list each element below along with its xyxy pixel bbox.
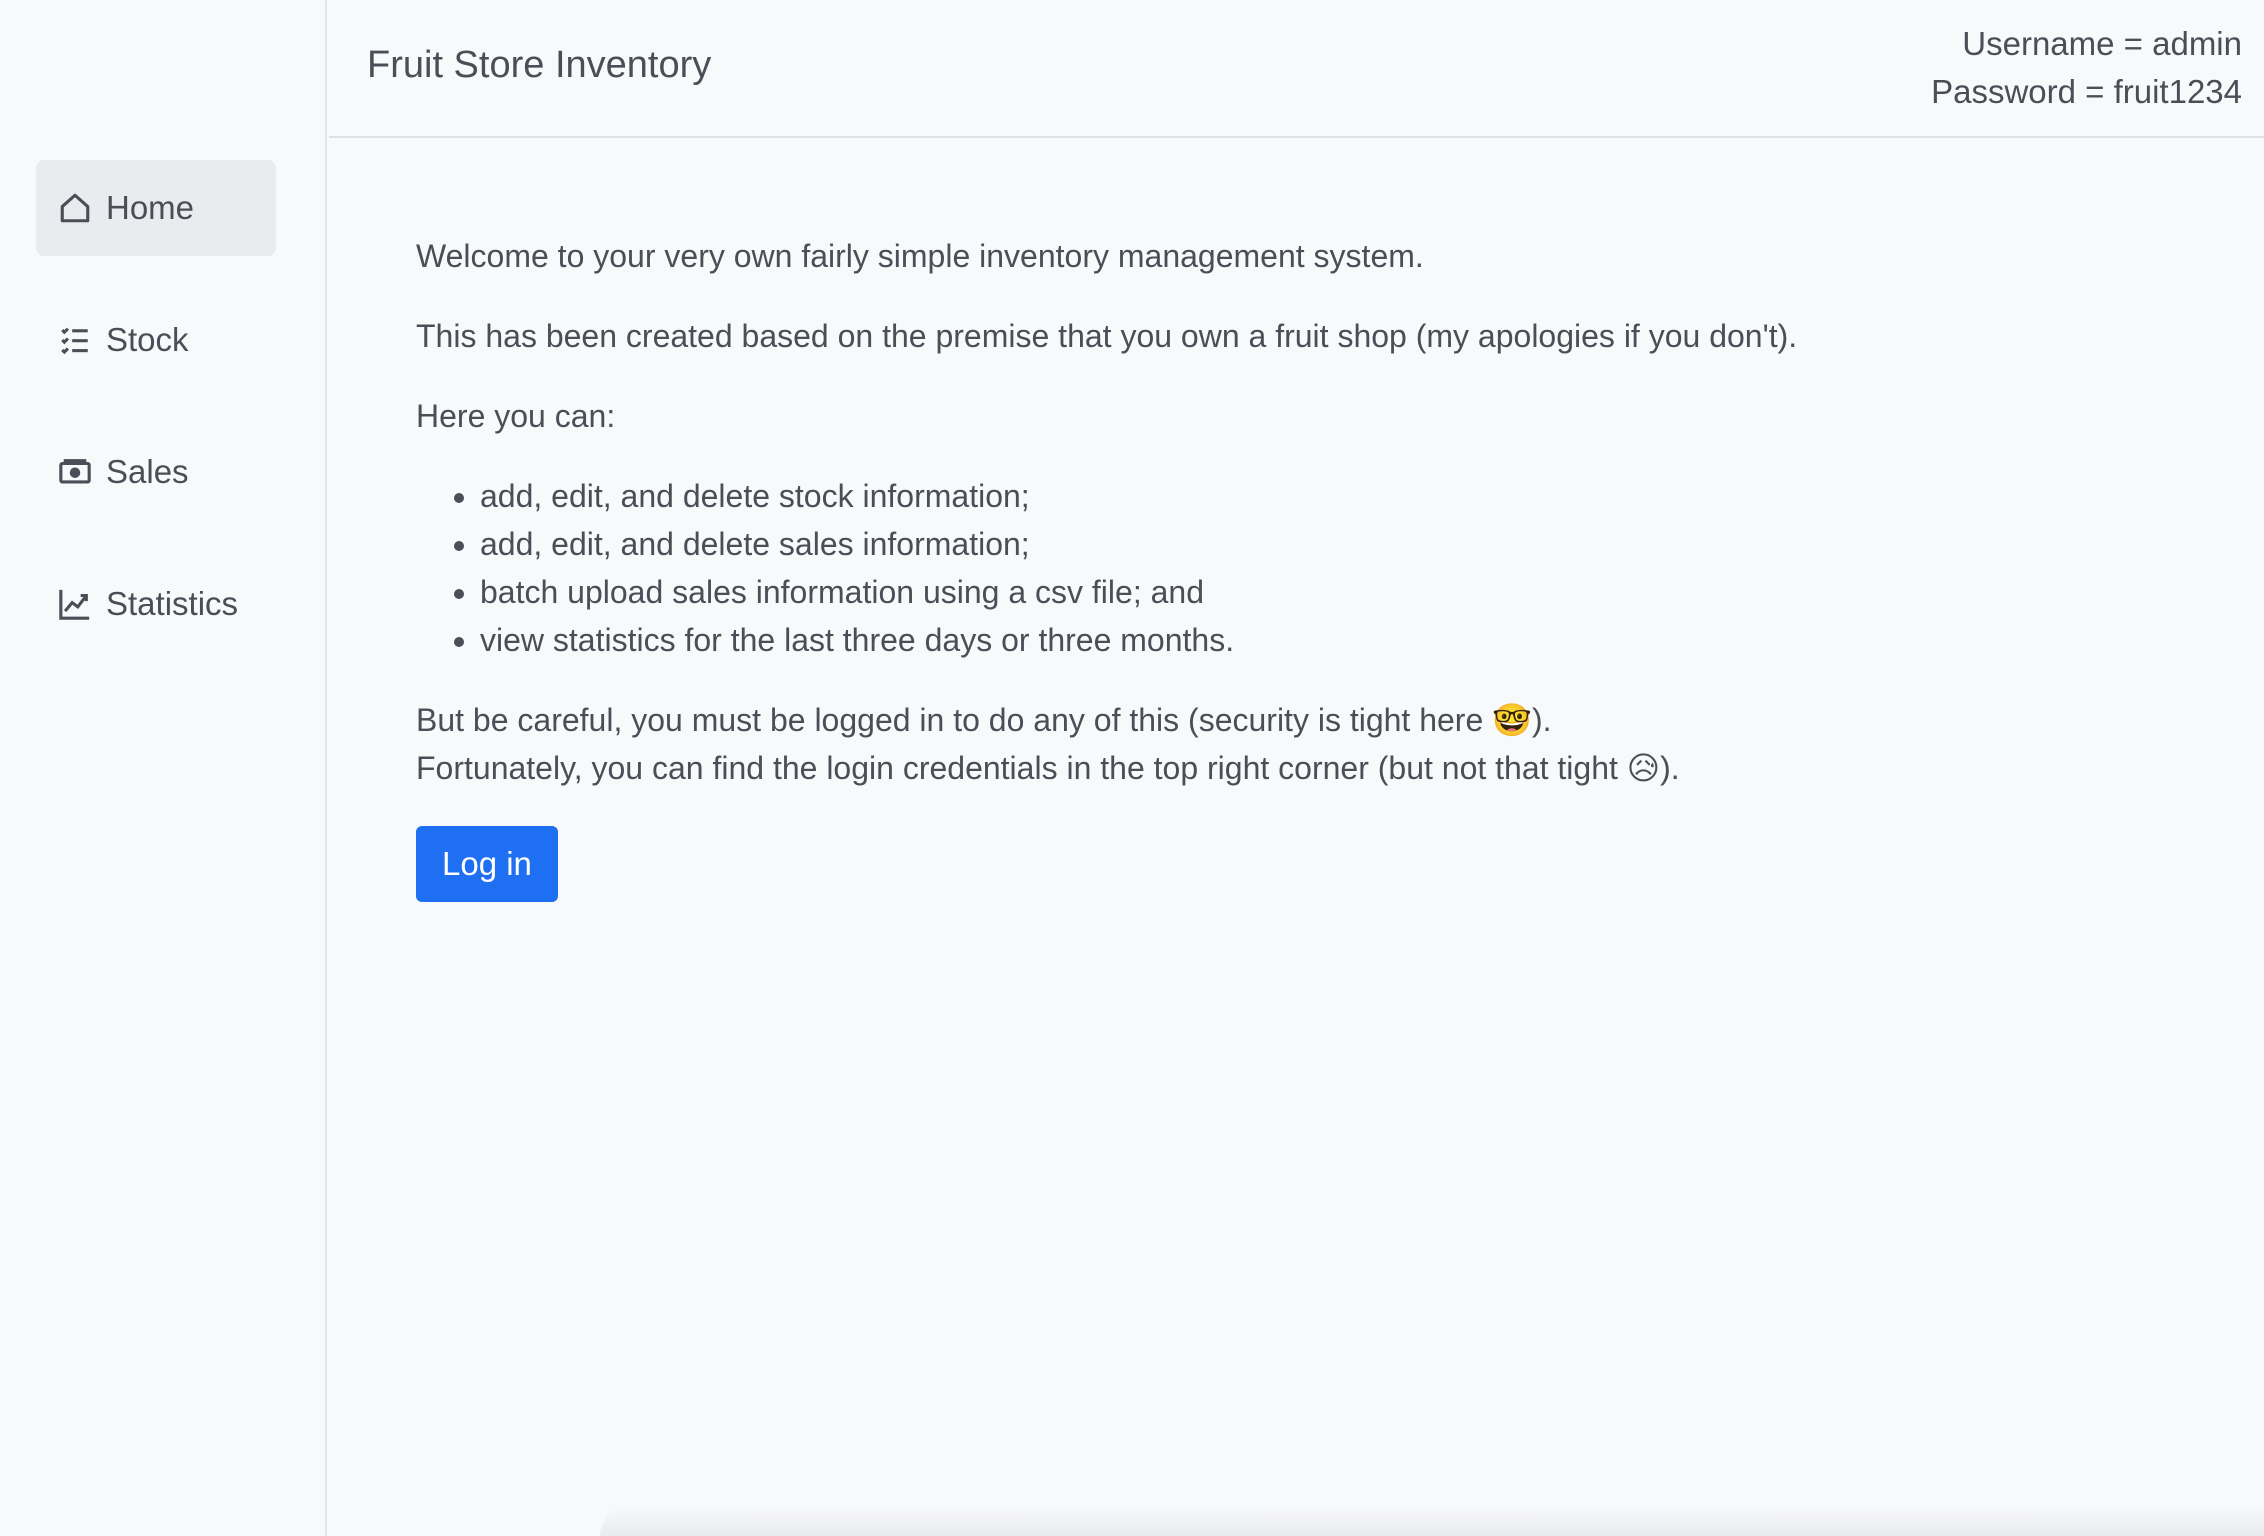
sidebar-item-sales[interactable]: Sales <box>36 424 276 520</box>
main-content: Welcome to your very own fairly simple i… <box>416 232 2216 902</box>
careful-text: But be careful, you must be logged in to… <box>416 696 2216 744</box>
list-check-icon <box>58 323 92 357</box>
sidebar: Home Stock Sales Statistics <box>0 0 327 1536</box>
list-item: add, edit, and delete stock information; <box>480 472 2216 520</box>
login-notice: But be careful, you must be logged in to… <box>416 696 2216 792</box>
username-hint: Username = admin <box>1962 25 2242 62</box>
fortunately-text: Fortunately, you can find the login cred… <box>416 744 2216 792</box>
bottom-shadow <box>600 1506 2264 1536</box>
premise-text: This has been created based on the premi… <box>416 318 1798 354</box>
nerd-face-icon: 🤓 <box>1492 701 1532 739</box>
sidebar-item-statistics[interactable]: Statistics <box>36 556 276 652</box>
login-credentials: Username = admin Password = fruit1234 <box>1931 20 2242 116</box>
list-item: add, edit, and delete sales information; <box>480 520 2216 568</box>
welcome-text: Welcome to your very own fairly simple i… <box>416 238 1424 274</box>
sidebar-item-label: Stock <box>106 321 189 358</box>
login-button[interactable]: Log in <box>416 826 558 902</box>
list-item: batch upload sales information using a c… <box>480 568 2216 616</box>
here-you-can-text: Here you can: <box>416 398 616 434</box>
sidebar-item-label: Sales <box>106 453 189 490</box>
password-hint: Password = fruit1234 <box>1931 73 2242 110</box>
sidebar-item-label: Home <box>106 189 195 226</box>
sidebar-item-label: Statistics <box>106 585 239 622</box>
cash-icon <box>58 455 92 489</box>
fortunately-text-end: ). <box>1660 750 1680 786</box>
feature-list: add, edit, and delete stock information;… <box>416 472 2216 664</box>
careful-text-end: ). <box>1531 702 1552 738</box>
careful-text-start: But be careful, you must be logged in to… <box>416 702 1493 738</box>
sidebar-item-home[interactable]: Home <box>36 160 276 256</box>
top-header: Fruit Store Inventory Username = admin P… <box>329 0 2264 138</box>
graph-up-icon <box>58 587 92 621</box>
app-title[interactable]: Fruit Store Inventory <box>367 44 711 87</box>
sidebar-item-stock[interactable]: Stock <box>36 292 276 388</box>
home-icon <box>58 191 92 225</box>
sad-face-icon: 😥 <box>1626 749 1661 787</box>
fortunately-text-start: Fortunately, you can find the login cred… <box>416 750 1627 786</box>
list-item: view statistics for the last three days … <box>480 616 2216 664</box>
